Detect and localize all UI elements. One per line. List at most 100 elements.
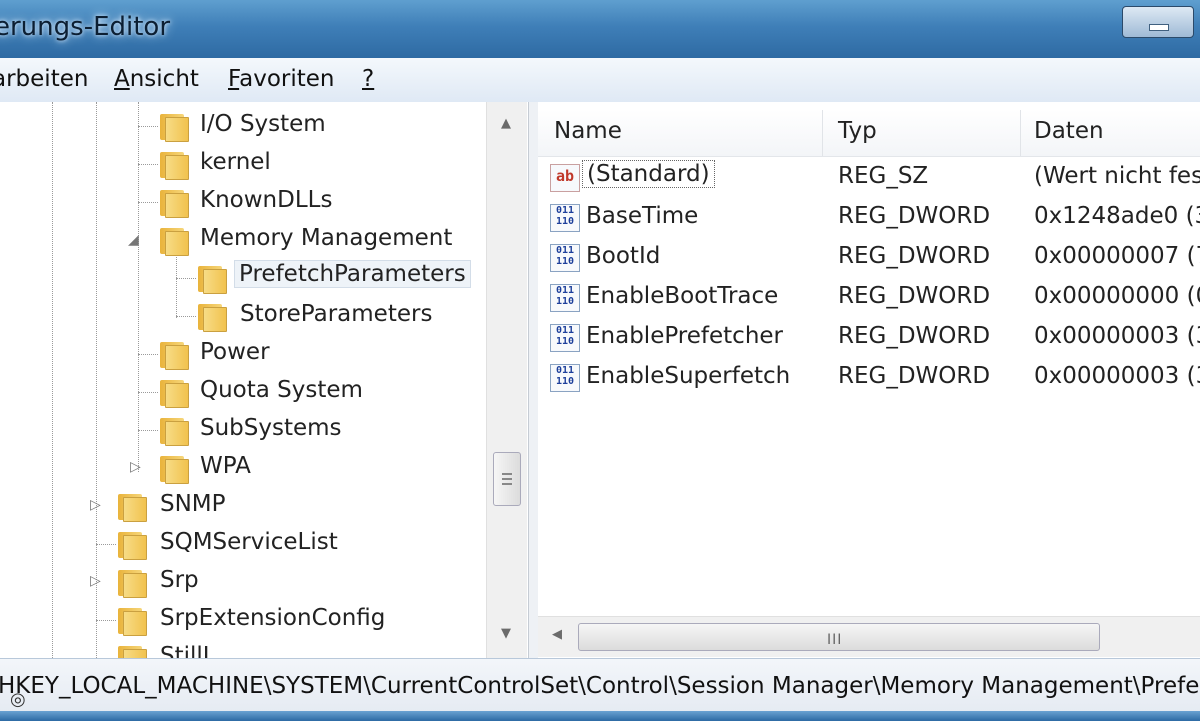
tree-item-label: SrpExtensionConfig [160,605,386,631]
list-horizontal-scrollbar[interactable]: ◀ III [538,616,1200,657]
tree-item-quota-system[interactable]: Quota System [0,374,486,412]
tree-item-label: KnownDLLs [200,187,333,213]
value-name: EnablePrefetcher [586,323,784,349]
value-type: REG_DWORD [838,243,991,269]
folder-icon [118,608,147,636]
tree-item-label: Srp [160,567,199,593]
scroll-thumb[interactable] [493,452,521,506]
value-type: REG_DWORD [838,203,991,229]
folder-icon [198,266,227,294]
binary-value-icon: 011 110 [550,284,580,312]
tree-item-kernel[interactable]: kernel [0,146,486,184]
folder-icon [160,228,189,256]
tree-item-label: SNMP [160,491,226,517]
expand-triangle-icon[interactable]: ▷ [90,573,101,589]
expand-triangle-icon[interactable]: ▷ [130,459,141,475]
value-name: BootId [586,243,661,269]
value-data: 0x00000000 (0) [1034,283,1200,309]
tree-item-label: WPA [200,453,251,479]
tree-item-prefetchparameters[interactable]: PrefetchParameters [0,260,486,298]
scroll-grip: III [827,632,843,648]
tree-item-stilli[interactable]: StillI [0,640,486,658]
column-header-data[interactable]: Daten [1034,118,1104,144]
list-header: Name Typ Daten [538,110,1200,157]
value-row-basetime[interactable]: 011110 BaseTime REG_DWORD 0x1248ade0 (30 [538,198,1200,238]
folder-icon [160,380,189,408]
folder-icon [118,494,147,522]
tree-item-storeparameters[interactable]: StoreParameters [0,298,486,336]
tree-item-label-selected: PrefetchParameters [234,260,471,288]
binary-value-icon: 011 110 [550,204,580,232]
tree-item-label: kernel [200,149,271,175]
value-data: 0x1248ade0 (30 [1034,203,1200,229]
tree-item-memory-management[interactable]: ◢ Memory Management [0,222,486,260]
value-type: REG_DWORD [838,283,991,309]
folder-icon [118,570,147,598]
tree-item-subsystems[interactable]: SubSystems [0,412,486,450]
binary-value-icon: 011 110 [550,364,580,392]
tree-item-srp[interactable]: ▷ Srp [0,564,486,602]
minimize-icon [1149,24,1169,31]
value-name: BaseTime [586,203,699,229]
column-header-type[interactable]: Typ [838,118,877,144]
value-type: REG_DWORD [838,323,991,349]
tree-item-wpa[interactable]: ▷ WPA [0,450,486,488]
value-type: REG_DWORD [838,363,991,389]
value-name: EnableBootTrace [586,283,779,309]
value-data: 0x00000003 (3) [1034,323,1200,349]
value-row-enablesuperfetch[interactable]: 011 110 EnableSuperfetch REG_DWORD 0x0000… [538,358,1200,398]
column-header-name[interactable]: Name [554,118,622,144]
registry-path: HKEY_LOCAL_MACHINE\SYSTEM\CurrentControl… [0,673,1200,699]
folder-icon [160,152,189,180]
menu-help[interactable]: ? [362,66,374,92]
menu-ansicht[interactable]: Ansicht [114,66,199,92]
value-row-enableboottrace[interactable]: 011 110 EnableBootTrace REG_DWORD 0x00000… [538,278,1200,318]
tree-item-label: StoreParameters [240,301,433,327]
main-content: I/O System kernel KnownDLLs ◢ Memory Man… [0,102,1200,658]
window-title: erungs-Editor [0,12,171,42]
folder-icon [160,190,189,218]
folder-icon [160,342,189,370]
tree-item-sqmservicelist[interactable]: SQMServiceList [0,526,486,564]
value-name: (Standard) [582,160,715,188]
tree-item-label: Power [200,339,270,365]
folder-icon [160,418,189,446]
scroll-thumb[interactable]: III [578,623,1100,651]
registry-tree: I/O System kernel KnownDLLs ◢ Memory Man… [0,102,528,658]
minimize-button[interactable] [1122,6,1194,38]
tree-item-power[interactable]: Power [0,336,486,374]
folder-icon [160,456,189,484]
scroll-up-icon[interactable]: ▲ [501,116,511,131]
folder-icon [118,532,147,560]
binary-value-icon: 011 110 [550,244,580,272]
expand-triangle-icon[interactable]: ▷ [90,497,101,513]
registry-values-list: Name Typ Daten ab (Standard) REG_SZ (Wer… [538,102,1200,658]
tree-item-label: StillI [160,643,210,658]
value-data: 0x00000003 (3) [1034,363,1200,389]
folder-icon [198,304,227,332]
folder-icon [160,114,189,142]
tree-item-label: SQMServiceList [160,529,338,555]
tree-item-label: I/O System [200,111,326,137]
tree-item-snmp[interactable]: ▷ SNMP [0,488,486,526]
value-type: REG_SZ [838,163,929,189]
tree-vertical-scrollbar[interactable]: ▲ ▼ [486,102,527,658]
tree-item-io-system[interactable]: I/O System [0,108,486,146]
binary-value-icon: 011 110 [550,324,580,352]
menu-favoriten[interactable]: Favoriten [228,66,335,92]
value-row-standard[interactable]: ab (Standard) REG_SZ (Wert nicht fest [538,158,1200,198]
tree-item-knowndlls[interactable]: KnownDLLs [0,184,486,222]
tree-item-srpextensionconfig[interactable]: SrpExtensionConfig [0,602,486,640]
title-bar: erungs-Editor [0,0,1200,58]
value-data: (Wert nicht fest [1034,163,1200,189]
status-bar: HKEY_LOCAL_MACHINE\SYSTEM\CurrentControl… [0,658,1200,721]
scroll-down-icon[interactable]: ▼ [501,626,511,641]
value-row-bootid[interactable]: 011110 BootId REG_DWORD 0x00000007 (7) [538,238,1200,278]
menu-bar: arbeiten Ansicht Favoriten ? [0,58,1200,103]
value-row-enableprefetcher[interactable]: 011 110 EnablePrefetcher REG_DWORD 0x0000… [538,318,1200,358]
tree-item-label: Quota System [200,377,363,403]
scroll-left-icon[interactable]: ◀ [552,627,562,642]
collapse-triangle-icon[interactable]: ◢ [128,232,139,248]
value-name: EnableSuperfetch [586,363,791,389]
menu-bearbeiten[interactable]: arbeiten [0,66,88,92]
